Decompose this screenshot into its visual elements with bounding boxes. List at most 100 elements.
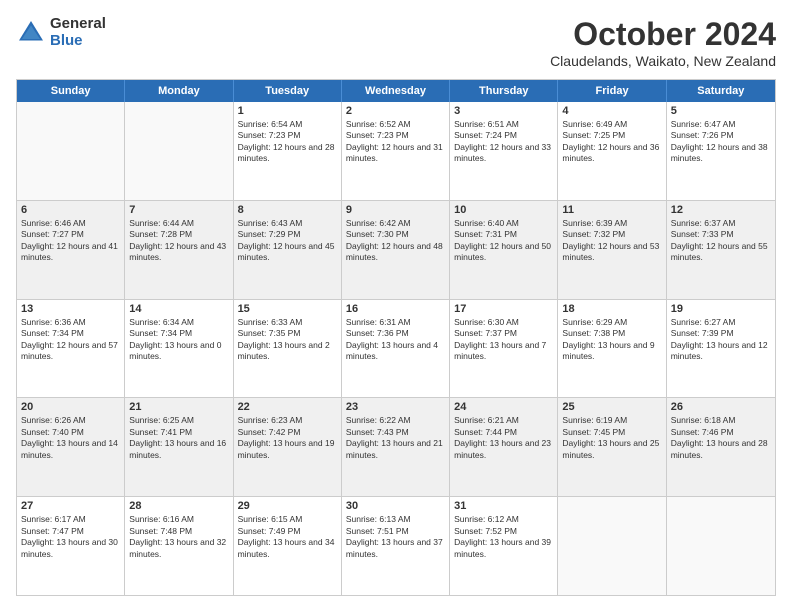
day-cell-26: 26 Sunrise: 6:18 AMSunset: 7:46 PMDayligh… — [667, 398, 775, 496]
day-cell-11: 11Sunrise: 6:39 AMSunset: 7:32 PMDayligh… — [558, 201, 666, 299]
empty-cell — [558, 497, 666, 595]
day-cell-14: 14 Sunrise: 6:34 AMSunset: 7:34 PMDayligh… — [125, 300, 233, 398]
day-number: 2 — [346, 105, 445, 117]
day-cell-29: 29 Sunrise: 6:15 AMSunset: 7:49 PMDayligh… — [234, 497, 342, 595]
day-info: Sunrise: 6:18 AMSunset: 7:46 PMDaylight:… — [671, 415, 771, 461]
day-cell-13: 13 Sunrise: 6:36 AMSunset: 7:34 PMDayligh… — [17, 300, 125, 398]
day-cell-9: 9 Sunrise: 6:42 AMSunset: 7:30 PMDaylight… — [342, 201, 450, 299]
calendar-week-5: 27 Sunrise: 6:17 AMSunset: 7:47 PMDayligh… — [17, 497, 775, 595]
day-info: Sunrise: 6:34 AMSunset: 7:34 PMDaylight:… — [129, 317, 228, 363]
day-info: Sunrise: 6:19 AMSunset: 7:45 PMDaylight:… — [562, 415, 661, 461]
day-number: 17 — [454, 303, 553, 315]
logo-text: General Blue — [50, 16, 106, 49]
day-number: 13 — [21, 303, 120, 315]
day-number: 14 — [129, 303, 228, 315]
day-cell-21: 21 Sunrise: 6:25 AMSunset: 7:41 PMDayligh… — [125, 398, 233, 496]
day-number: 31 — [454, 500, 553, 512]
day-info: Sunrise: 6:42 AMSunset: 7:30 PMDaylight:… — [346, 218, 445, 264]
day-number: 29 — [238, 500, 337, 512]
day-number: 10 — [454, 204, 553, 216]
day-number: 7 — [129, 204, 228, 216]
day-cell-22: 22Sunrise: 6:23 AMSunset: 7:42 PMDayligh… — [234, 398, 342, 496]
header-day-sunday: Sunday — [17, 80, 125, 102]
day-cell-25: 25Sunrise: 6:19 AMSunset: 7:45 PMDayligh… — [558, 398, 666, 496]
empty-cell — [125, 102, 233, 200]
subtitle: Claudelands, Waikato, New Zealand — [550, 53, 776, 69]
title-block: October 2024 Claudelands, Waikato, New Z… — [550, 16, 776, 69]
day-number: 26 — [671, 401, 771, 413]
calendar-week-4: 20Sunrise: 6:26 AMSunset: 7:40 PMDayligh… — [17, 398, 775, 497]
day-cell-31: 31 Sunrise: 6:12 AMSunset: 7:52 PMDayligh… — [450, 497, 558, 595]
day-number: 21 — [129, 401, 228, 413]
day-info: Sunrise: 6:26 AMSunset: 7:40 PMDaylight:… — [21, 415, 120, 461]
day-number: 3 — [454, 105, 553, 117]
day-info: Sunrise: 6:16 AMSunset: 7:48 PMDaylight:… — [129, 514, 228, 560]
day-cell-18: 18 Sunrise: 6:29 AMSunset: 7:38 PMDayligh… — [558, 300, 666, 398]
calendar-week-3: 13 Sunrise: 6:36 AMSunset: 7:34 PMDayligh… — [17, 300, 775, 399]
day-number: 11 — [562, 204, 661, 216]
day-cell-8: 8 Sunrise: 6:43 AMSunset: 7:29 PMDaylight… — [234, 201, 342, 299]
day-number: 27 — [21, 500, 120, 512]
empty-cell — [17, 102, 125, 200]
day-number: 8 — [238, 204, 337, 216]
day-cell-20: 20Sunrise: 6:26 AMSunset: 7:40 PMDayligh… — [17, 398, 125, 496]
day-info: Sunrise: 6:15 AMSunset: 7:49 PMDaylight:… — [238, 514, 337, 560]
day-number: 24 — [454, 401, 553, 413]
day-info: Sunrise: 6:44 AMSunset: 7:28 PMDaylight:… — [129, 218, 228, 264]
day-cell-15: 15Sunrise: 6:33 AMSunset: 7:35 PMDayligh… — [234, 300, 342, 398]
day-cell-28: 28 Sunrise: 6:16 AMSunset: 7:48 PMDayligh… — [125, 497, 233, 595]
header-day-wednesday: Wednesday — [342, 80, 450, 102]
day-cell-23: 23Sunrise: 6:22 AMSunset: 7:43 PMDayligh… — [342, 398, 450, 496]
calendar-body: 1Sunrise: 6:54 AMSunset: 7:23 PMDaylight… — [17, 102, 775, 595]
day-info: Sunrise: 6:29 AMSunset: 7:38 PMDaylight:… — [562, 317, 661, 363]
logo-general: General — [50, 16, 106, 33]
day-info: Sunrise: 6:40 AMSunset: 7:31 PMDaylight:… — [454, 218, 553, 264]
calendar-week-2: 6Sunrise: 6:46 AMSunset: 7:27 PMDaylight… — [17, 201, 775, 300]
day-cell-2: 2 Sunrise: 6:52 AMSunset: 7:23 PMDaylight… — [342, 102, 450, 200]
calendar: SundayMondayTuesdayWednesdayThursdayFrid… — [16, 79, 776, 596]
day-cell-16: 16Sunrise: 6:31 AMSunset: 7:36 PMDayligh… — [342, 300, 450, 398]
day-cell-10: 10 Sunrise: 6:40 AMSunset: 7:31 PMDayligh… — [450, 201, 558, 299]
day-cell-6: 6Sunrise: 6:46 AMSunset: 7:27 PMDaylight… — [17, 201, 125, 299]
logo-icon — [16, 18, 46, 48]
day-number: 9 — [346, 204, 445, 216]
calendar-week-1: 1Sunrise: 6:54 AMSunset: 7:23 PMDaylight… — [17, 102, 775, 201]
day-number: 15 — [238, 303, 337, 315]
day-cell-19: 19Sunrise: 6:27 AMSunset: 7:39 PMDayligh… — [667, 300, 775, 398]
day-info: Sunrise: 6:43 AMSunset: 7:29 PMDaylight:… — [238, 218, 337, 264]
day-cell-12: 12Sunrise: 6:37 AMSunset: 7:33 PMDayligh… — [667, 201, 775, 299]
header-day-thursday: Thursday — [450, 80, 558, 102]
day-info: Sunrise: 6:36 AMSunset: 7:34 PMDaylight:… — [21, 317, 120, 363]
day-info: Sunrise: 6:13 AMSunset: 7:51 PMDaylight:… — [346, 514, 445, 560]
day-info: Sunrise: 6:47 AMSunset: 7:26 PMDaylight:… — [671, 119, 771, 165]
day-number: 19 — [671, 303, 771, 315]
day-number: 28 — [129, 500, 228, 512]
page: General Blue October 2024 Claudelands, W… — [0, 0, 792, 612]
logo: General Blue — [16, 16, 106, 49]
day-info: Sunrise: 6:17 AMSunset: 7:47 PMDaylight:… — [21, 514, 120, 560]
day-info: Sunrise: 6:54 AMSunset: 7:23 PMDaylight:… — [238, 119, 337, 165]
day-info: Sunrise: 6:23 AMSunset: 7:42 PMDaylight:… — [238, 415, 337, 461]
header-day-monday: Monday — [125, 80, 233, 102]
day-info: Sunrise: 6:25 AMSunset: 7:41 PMDaylight:… — [129, 415, 228, 461]
day-number: 5 — [671, 105, 771, 117]
day-info: Sunrise: 6:30 AMSunset: 7:37 PMDaylight:… — [454, 317, 553, 363]
header-day-tuesday: Tuesday — [234, 80, 342, 102]
header: General Blue October 2024 Claudelands, W… — [16, 16, 776, 69]
day-info: Sunrise: 6:12 AMSunset: 7:52 PMDaylight:… — [454, 514, 553, 560]
day-number: 16 — [346, 303, 445, 315]
day-info: Sunrise: 6:22 AMSunset: 7:43 PMDaylight:… — [346, 415, 445, 461]
day-number: 4 — [562, 105, 661, 117]
day-info: Sunrise: 6:37 AMSunset: 7:33 PMDaylight:… — [671, 218, 771, 264]
logo-blue: Blue — [50, 33, 106, 50]
day-cell-5: 5 Sunrise: 6:47 AMSunset: 7:26 PMDaylight… — [667, 102, 775, 200]
header-day-saturday: Saturday — [667, 80, 775, 102]
empty-cell — [667, 497, 775, 595]
day-info: Sunrise: 6:52 AMSunset: 7:23 PMDaylight:… — [346, 119, 445, 165]
day-number: 18 — [562, 303, 661, 315]
day-info: Sunrise: 6:49 AMSunset: 7:25 PMDaylight:… — [562, 119, 661, 165]
day-cell-1: 1Sunrise: 6:54 AMSunset: 7:23 PMDaylight… — [234, 102, 342, 200]
main-title: October 2024 — [550, 16, 776, 53]
day-cell-30: 30Sunrise: 6:13 AMSunset: 7:51 PMDayligh… — [342, 497, 450, 595]
day-info: Sunrise: 6:51 AMSunset: 7:24 PMDaylight:… — [454, 119, 553, 165]
